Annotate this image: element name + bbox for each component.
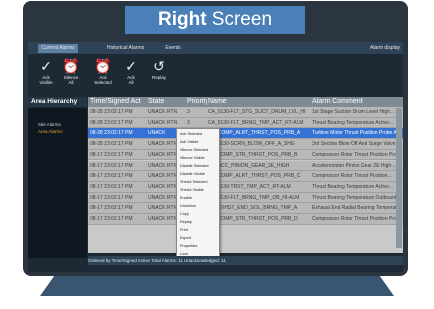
context-menu-item[interactable]: Print [180,228,188,232]
table-cell: UNACK RTN [148,109,178,115]
table-cell: Thrust Bearing Temperature Outboard... [312,194,401,201]
title-rest: Screen [206,9,273,30]
context-menu-item[interactable]: Properties [180,244,197,248]
top-right-label: Alarm display [369,45,400,51]
table-cell: Compressor Rotor Thrust Position... [312,173,392,180]
ack-selected-button[interactable]: ⏰ Ack Selected [88,57,118,93]
context-menu-item[interactable]: Silence Selected [180,148,208,152]
table-row[interactable]: 08-28 23:02:17 PM UNACK RTN 3 CA_0130-FLT_S… [88,107,403,118]
table-row[interactable]: 08-28 23:02:17 PMUNACK3CA_COMP_ALRT_THRS… [88,128,403,140]
table-cell: Thrust Bearing Temperature Active... [312,183,394,190]
table-cell: CA_COMP_STR_THRST_POS_PRB_D [208,216,298,222]
context-menu-item[interactable]: Shelve Visible [180,188,204,192]
table-cell: Compressor Rotor Thrust Position Probe..… [312,151,402,158]
table-cell: UNACK RTN [148,119,178,126]
table-cell: CA_ACC_PINION_GEAR_2E_HIGH [208,162,290,169]
table-cell: Accelerometer Pinion Gear 2E High... [312,162,396,169]
table-cell: Exhaust End Radial Bearing Temperature..… [312,205,402,212]
table-cell: 08-17 23:02:17 PM [90,151,133,158]
replay-icon: ↺ [153,58,165,74]
alarm-table: Time/Signed Act State Priority Name Alar… [88,97,403,253]
context-menu-item[interactable]: Disable Visible [180,172,205,176]
hierarchy-item-site[interactable]: Site Alarms [38,122,61,127]
context-menu-item[interactable]: Copy [180,212,189,216]
context-menu-item[interactable]: Ack Selected [180,132,202,136]
table-row[interactable]: 08-28 23:02:17 PMUNACK RTN3CA_0130-SCRN_… [88,139,403,150]
page-title: Right Screen [125,6,305,34]
alarm-screen: Current Alarms Historical Alarms Events … [28,42,403,272]
table-row[interactable]: 08-17 23:02:17 PMUNACK RTN3CA_ACC_PINION… [88,160,403,172]
table-cell: CA_COMP_STR_THRST_POS_PRB_B [208,151,298,158]
tab-bar [28,42,403,54]
context-menu-item[interactable]: Export [180,236,191,240]
table-cell: 08-28 23:02:17 PM [90,130,133,137]
table-cell: 08-17 23:02:17 PM [90,216,133,222]
column-comment[interactable]: Alarm Comment [310,97,402,107]
context-menu-item[interactable]: Replay [180,220,192,224]
hierarchy-title: Area Hierarchy [28,97,87,107]
tab-historical-alarms[interactable]: Historical Alarms [103,44,148,53]
table-cell: CA_0130-FLT_BRNG_TMP_OB_HI-ALM [208,194,300,201]
context-menu-item[interactable]: Ack Visible [180,140,199,144]
silence-all-button[interactable]: ⏰ Silence All [56,57,86,93]
table-cell: 08-17 23:02:17 PM [90,173,133,180]
context-menu-item[interactable]: Enable [180,196,192,200]
table-cell: 3rd Section Blow Off Anti Surge Valve... [312,141,400,148]
table-cell: CA_COMP_ALRT_THRST_POS_PRB_C [208,173,301,180]
column-name[interactable]: Name [206,97,308,107]
table-cell: 08-17 23:02:17 PM [90,194,133,201]
table-cell: 08-17 23:02:17 PM [90,205,133,212]
table-cell: 08-28 23:02:17 PM [90,141,133,148]
table-cell: 3 [187,119,190,126]
table-cell: CA_0130-FLT_STG_SUCT_DRUM_LVL_HI [208,109,306,115]
hierarchy-pane: Site Alarms Area Alarms [28,108,87,258]
table-row[interactable]: 08-17 23:02:17 PMUNACK RTN3CA_COMP_STR_T… [88,214,403,225]
context-menu-item[interactable]: Unshelve [180,204,196,208]
replay-button[interactable]: ↺ Replay [144,57,174,93]
tab-current-alarms[interactable]: Current Alarms [38,44,78,53]
context-menu-item[interactable]: Disable Selected [180,164,209,168]
context-menu-item[interactable]: Silence Visible [180,156,205,160]
table-cell: CA_EXHST_END_SOL_BRNG_TMP_A [208,205,298,212]
check-icon: ✓ [125,58,137,74]
alarm-clock-icon: ⏰ [94,58,112,74]
table-cell: 08-17 23:02:17 PM [90,183,133,190]
table-scrollbar[interactable] [396,108,402,248]
column-time[interactable]: Time/Signed Act [88,97,145,107]
table-cell: Turbine Motor Thrust Position Probe A... [312,130,401,137]
table-cell: CA_COMP_ALRT_THRST_POS_PRB_A [208,130,301,137]
table-cell: 08-28 23:02:17 PM [90,119,133,126]
table-cell: 1st Stage Suction Drum Level High... [312,109,394,115]
hierarchy-item-area[interactable]: Area Alarms [38,129,63,134]
ack-all-button[interactable]: ✓ Ack All [116,57,146,93]
table-cell: CA_0130-TRST_TMP_ACT_RT-ALM [208,183,291,190]
table-cell: Compressor Rotor Thrust Position Probe..… [312,216,402,222]
table-cell: 3 [187,109,190,115]
table-row[interactable]: 08-17 23:02:17 PMUNACK RTN3CA_EXHST_END_… [88,203,403,214]
context-menu-item[interactable]: Shelve Selected [180,180,207,184]
monitor-stand [40,276,394,296]
context-menu: Ack Selected Ack Visible Silence Selected S… [176,128,220,262]
alarm-clock-icon: ⏰ [62,58,80,74]
table-row[interactable]: 08-17 23:02:17 PMUNACK RTN3CA_COMP_ALRT_… [88,171,403,182]
table-row[interactable]: 08-28 23:02:17 PM UNACK RTN 3 CA_0130-FLT_B… [88,117,403,129]
column-state[interactable]: State [146,97,186,107]
table-cell: CA_0130-FLT_BRNG_TMP_ACT_RT-ALM [208,119,304,126]
table-cell: Thrust Bearing Temperature Active... [312,119,394,126]
table-cell: 08-17 23:02:17 PM [90,162,133,169]
table-row[interactable]: 08-17 23:02:17 PMUNACK RTN3CA_COMP_STR_T… [88,149,403,161]
table-header: Time/Signed Act State Priority Name Alar… [88,97,403,107]
column-priority[interactable]: Priority [185,97,207,107]
table-cell: CA_0130-SCRN_BLOW_OFF_A_SHG [208,141,295,148]
status-bar: Ordered by Time/Signed Active Total Alar… [88,256,403,265]
table-row[interactable]: 08-17 23:02:17 PMUNACK RTN3CA_0130-TRST_… [88,181,403,193]
title-bold: Right [157,9,207,30]
tab-events[interactable]: Events [158,44,188,53]
table-row[interactable]: 08-17 23:02:17 PMUNACK RTN3CA_0130-FLT_B… [88,192,403,204]
table-cell: 08-28 23:02:17 PM [90,109,133,115]
